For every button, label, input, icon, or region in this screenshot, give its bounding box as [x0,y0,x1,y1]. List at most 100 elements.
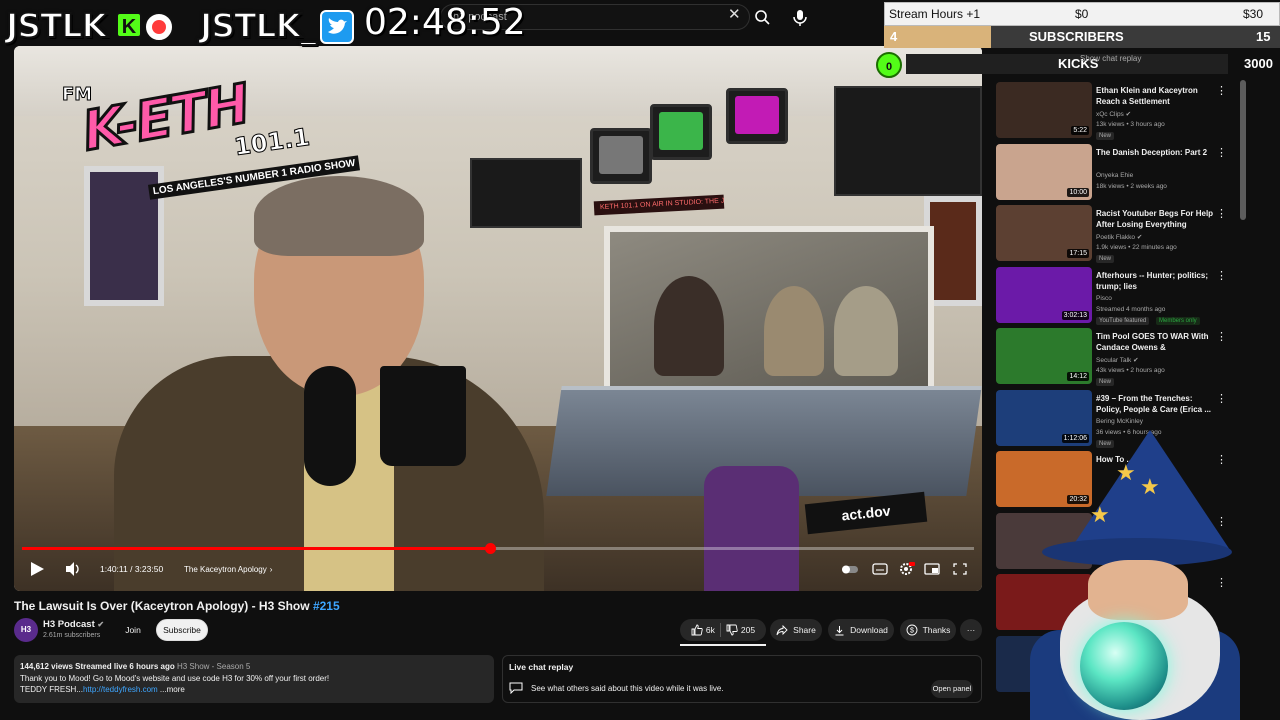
fullscreen-icon[interactable] [950,560,970,578]
share-button[interactable]: Share [770,619,822,641]
guests [644,256,904,376]
progress-scrubber[interactable] [484,543,496,554]
recommendation-channel[interactable]: xQc Clips ✔ [1096,110,1131,118]
stream-brand-kick: JSTLK [5,5,108,46]
star-icon: ★ [1116,460,1136,485]
recommendation-title[interactable]: Afterhours -- Hunter; politics; trump; l… [1096,270,1214,292]
kebab-menu-icon[interactable]: ⋮ [1216,392,1227,406]
view-count: 144,612 views Streamed live 6 hours ago [20,662,175,671]
subscriber-count: 2.61m subscribers [43,632,101,639]
settings-gear-icon[interactable] [896,560,916,578]
recommendation-badge: New [1096,378,1115,386]
recommendation-title[interactable]: Racist Youtuber Begs For Help After Losi… [1096,208,1214,230]
thanks-dollar-icon: $ [906,624,918,636]
video-player[interactable]: KETH 101.1 ON AIR IN STUDIO: THE JOKERS … [14,46,982,591]
like-button[interactable]: 6k [691,624,715,636]
description-box[interactable]: 144,612 views Streamed live 6 hours ago … [14,655,494,703]
show-more-link[interactable]: ...more [160,685,185,694]
download-label: Download [850,625,888,635]
miniplayer-icon[interactable] [922,560,942,578]
show-chat-replay[interactable]: Show chat replay [1080,54,1141,63]
recommendation-item[interactable]: 14:12 Tim Pool GOES TO WAR With Candace O… [994,328,1240,386]
download-button[interactable]: Download [828,619,894,641]
microphone [304,366,356,486]
recommendation-item[interactable]: 3:02:13 Afterhours -- Hunter; politics; t… [994,266,1240,325]
recommendation-meta: 1.9k views • 22 minutes ago [1096,244,1177,251]
star-icon: ★ [1140,474,1160,499]
like-divider [719,623,721,637]
more-actions-button[interactable]: ··· [960,619,982,641]
recommendation-thumbnail[interactable]: 17:15 [996,205,1092,261]
recommendation-title[interactable]: Ethan Klein and Kaceytron Reach a Settle… [1096,85,1214,107]
guest-figure [654,276,724,376]
kebab-menu-icon[interactable]: ⋮ [1216,84,1227,98]
channel-avatar[interactable]: H3 [14,618,38,642]
recommendation-thumbnail[interactable]: 10:00 [996,143,1092,200]
recommendation-channel[interactable]: Poetik Flakko ✔ [1096,233,1142,241]
microphone-icon[interactable] [786,4,814,30]
dislike-button[interactable]: 205 [726,624,755,636]
play-button[interactable] [26,558,50,580]
like-count: 6k [705,625,715,635]
open-panel-button[interactable]: Open panel [931,680,973,698]
recommendation-title[interactable]: #39 – From the Trenches: Policy, People … [1096,393,1214,415]
kebab-menu-icon[interactable]: ⋮ [1216,269,1227,283]
recommendation-thumbnail[interactable]: 3:02:13 [996,266,1092,323]
series-name[interactable]: H3 Show - Season 5 [177,662,250,671]
recommendation-meta: 13k views • 3 hours ago [1096,121,1165,128]
verified-icon: ✔ [97,620,105,629]
clear-search-icon[interactable]: ✕ [728,7,742,22]
autoplay-toggle-icon[interactable] [840,560,860,578]
subtitles-icon[interactable] [870,560,890,578]
chapter-title: The Kaceytron Apology [184,564,267,574]
logo-name: K-ETH [76,71,254,165]
kick-logo-icon: K [116,12,142,38]
hashtag-link[interactable]: #215 [313,599,340,613]
volume-button[interactable] [64,558,84,580]
stream-hours-max: $30 [1243,7,1264,21]
subscribe-button[interactable]: Subscribe [156,619,208,641]
recommendation-channel[interactable]: Secular Talk ✔ [1096,356,1139,364]
video-title-text: The Lawsuit Is Over (Kaceytron Apology) … [14,599,310,613]
subscribers-count: 4 [890,29,898,44]
recommendation-channel[interactable]: Onyeka Ehie [1096,172,1133,179]
kebab-menu-icon[interactable]: ⋮ [1216,146,1227,160]
recommendation-title[interactable]: Tim Pool GOES TO WAR With Candace Owens … [1096,331,1214,353]
description-line: Thank you to Mood! Go to Mood's website … [20,673,330,683]
thanks-button[interactable]: $ Thanks [900,619,956,641]
recommendation-channel[interactable]: Pisco [1096,295,1112,302]
duration-badge: 10:00 [1067,187,1089,197]
video-title: The Lawsuit Is Over (Kaceytron Apology) … [14,599,340,613]
join-button[interactable]: Join [118,619,148,641]
shaker-bottle [704,466,799,591]
recommendation-item[interactable]: 5:22 Ethan Klein and Kaceytron Reach a Se… [994,82,1240,140]
recommendation-thumbnail[interactable]: 14:12 [996,328,1092,384]
recommendation-channel[interactable]: Bering McKinley [1096,418,1143,425]
channel-name[interactable]: H3 Podcast ✔ [43,619,104,630]
progress-bar[interactable] [22,543,974,554]
chapter-button[interactable]: The Kaceytron Apology › [184,558,272,580]
time-display: 1:40:11 / 3:23:50 [100,564,164,574]
description-link[interactable]: http://teddyfresh.com [83,685,158,694]
search-icon[interactable] [750,4,774,30]
stream-brand-twitter: JSTLK_ [199,5,318,46]
kebab-menu-icon[interactable]: ⋮ [1216,207,1227,221]
kebab-menu-icon[interactable]: ⋮ [1216,330,1227,344]
stream-clock: 02:48:52 [364,2,526,43]
recommendation-badge: YouTube featured [1096,316,1150,325]
recommendation-meta: 18k views • 2 weeks ago [1096,182,1167,190]
stream-hours-bar: Stream Hours +1 $0 $30 [884,2,1280,26]
recommendation-item[interactable]: 17:15 Racist Youtuber Begs For Help After… [994,205,1240,263]
recommendation-badge: New [1096,132,1115,140]
recommendation-badge: New [1096,255,1115,263]
recommendation-title[interactable]: The Danish Deception: Part 2 [1096,147,1214,158]
recommendation-item[interactable]: 10:00 The Danish Deception: Part 2 Onyeka … [994,143,1240,202]
description-meta: 144,612 views Streamed live 6 hours ago … [20,661,488,673]
scrollbar[interactable] [1240,80,1246,220]
guest-figure [834,286,898,376]
subscribers-label: SUBSCRIBERS [1029,29,1124,44]
host-hair [254,176,424,256]
recommendation-thumbnail[interactable]: 5:22 [996,82,1092,138]
download-icon [835,625,844,635]
subscribers-goal: 15 [1256,29,1271,44]
